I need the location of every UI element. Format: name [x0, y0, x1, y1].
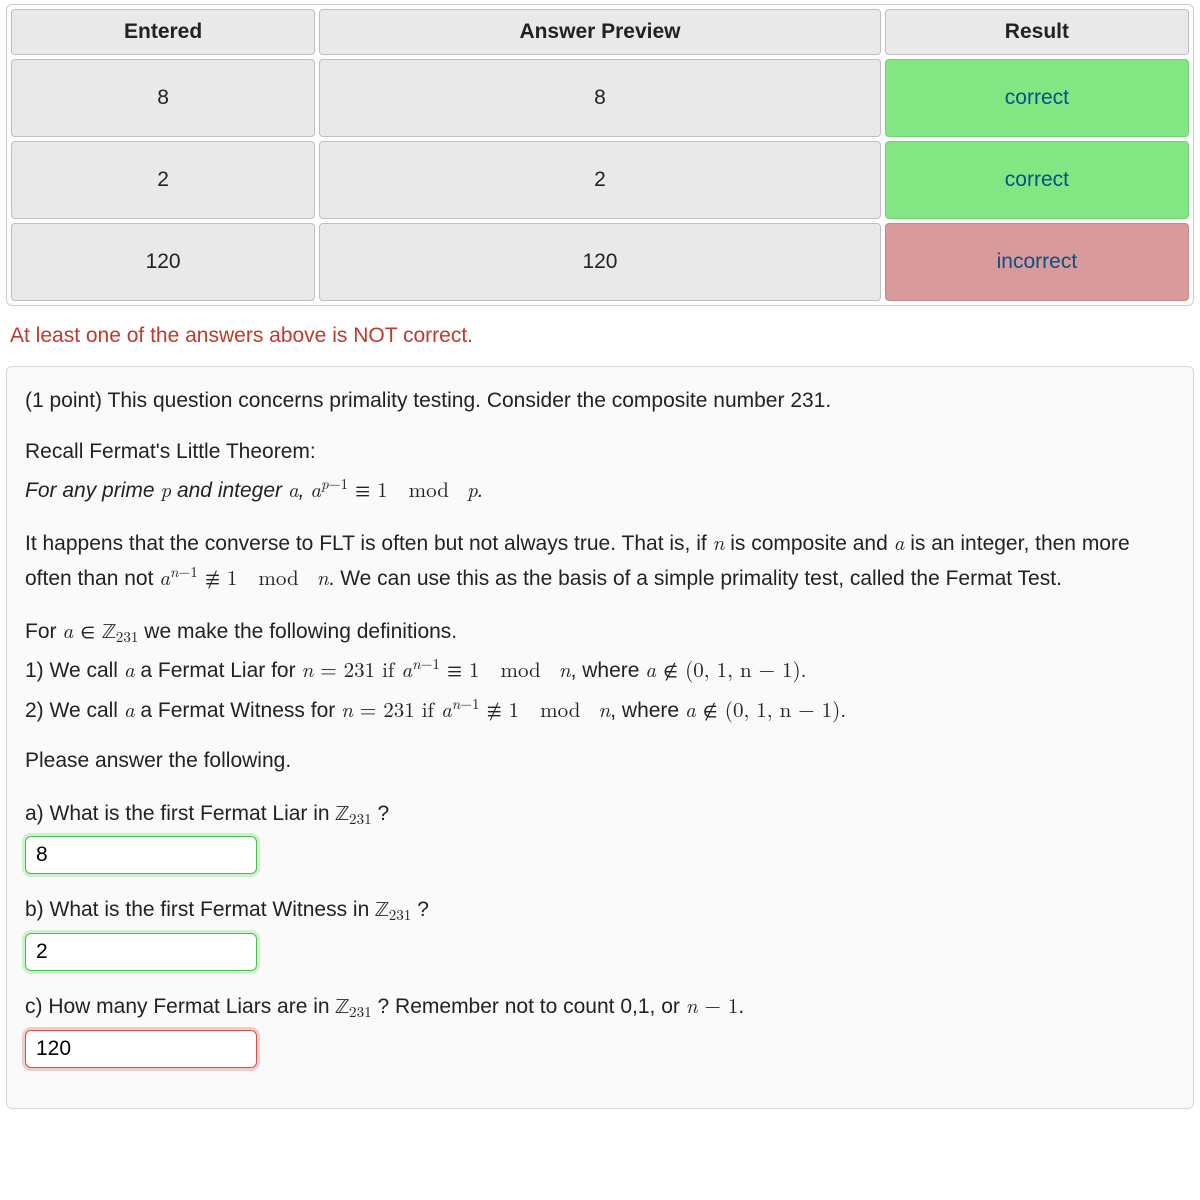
- question-b: b) What is the first Fermat Witness in ℤ…: [25, 892, 1175, 927]
- preview-cell: 8: [319, 59, 881, 137]
- question-c: c) How many Fermat Liars are in ℤ231 ? R…: [25, 989, 1175, 1024]
- flt-heading: Recall Fermat's Little Theorem:: [25, 436, 1175, 469]
- answer-a-input[interactable]: [25, 836, 257, 874]
- preview-cell: 2: [319, 141, 881, 219]
- result-cell: incorrect: [885, 223, 1189, 301]
- converse-text: It happens that the converse to FLT is o…: [25, 526, 1175, 596]
- preview-cell: 120: [319, 223, 881, 301]
- points-label: (1 point): [25, 389, 108, 412]
- question-a: a) What is the first Fermat Liar in ℤ231…: [25, 796, 1175, 831]
- definitions-intro: For a ∈ ℤ231 we make the following defin…: [25, 614, 1175, 649]
- table-row: 2 2 correct: [11, 141, 1189, 219]
- warning-text: At least one of the answers above is NOT…: [10, 324, 1190, 348]
- entered-cell: 2: [11, 141, 315, 219]
- please-answer: Please answer the following.: [25, 745, 1175, 778]
- table-row: 8 8 correct: [11, 59, 1189, 137]
- problem-intro: (1 point) This question concerns primali…: [25, 385, 1175, 418]
- flt-statement: For any prime p and integer a, ap−1 ≡ 1 …: [25, 472, 1175, 508]
- definition-witness: 2) We call a a Fermat Witness for n = 23…: [25, 692, 1175, 728]
- table-row: 120 120 incorrect: [11, 223, 1189, 301]
- result-cell: correct: [885, 59, 1189, 137]
- col-preview: Answer Preview: [319, 9, 881, 55]
- definition-liar: 1) We call a a Fermat Liar for n = 231 i…: [25, 652, 1175, 688]
- results-table: Entered Answer Preview Result 8 8 correc…: [6, 4, 1194, 306]
- problem-body: (1 point) This question concerns primali…: [6, 366, 1194, 1109]
- col-result: Result: [885, 9, 1189, 55]
- entered-cell: 8: [11, 59, 315, 137]
- answer-c-input[interactable]: [25, 1030, 257, 1068]
- answer-b-input[interactable]: [25, 933, 257, 971]
- col-entered: Entered: [11, 9, 315, 55]
- entered-cell: 120: [11, 223, 315, 301]
- result-cell: correct: [885, 141, 1189, 219]
